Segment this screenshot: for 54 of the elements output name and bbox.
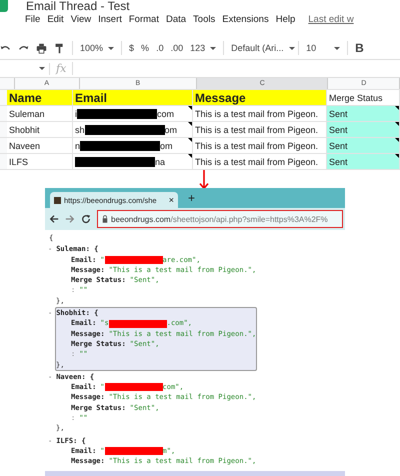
menu-item[interactable]: Data	[166, 14, 186, 25]
url-text: beeondrugs.com/sheettojson/api.php?smile=https%3A%2F%	[111, 214, 328, 224]
menu-item[interactable]: Extensions	[222, 14, 269, 25]
number-format-select[interactable]: 123	[190, 43, 216, 53]
font-select[interactable]: Default (Ari...	[231, 43, 292, 53]
increase-decimals-button[interactable]: .00	[170, 43, 184, 53]
table-cell: Sent	[327, 138, 400, 153]
table-cell: ILFS	[7, 154, 73, 169]
menu-item[interactable]: Edit	[47, 14, 64, 25]
table-cell: Sent	[327, 106, 400, 121]
font-size-select[interactable]: 10	[306, 43, 340, 53]
document-title[interactable]: Email Thread - Test	[26, 0, 130, 12]
last-edit-link[interactable]: Last edit w	[308, 14, 354, 25]
table-cell: Message	[193, 90, 327, 105]
table-cell: Name	[7, 90, 73, 105]
bold-button[interactable]: B	[355, 41, 364, 55]
close-tab-button[interactable]: ×	[168, 195, 174, 205]
paint-format-icon[interactable]	[54, 42, 65, 54]
address-bar[interactable]: beeondrugs.com/sheettojson/api.php?smile=https%3A%2F%	[97, 210, 343, 228]
decrease-decimals-button[interactable]: .0	[156, 43, 164, 53]
reload-icon[interactable]	[81, 214, 91, 224]
favicon-icon	[54, 196, 61, 204]
table-cell: This is a test mail from Pigeon.	[193, 138, 327, 153]
print-icon[interactable]	[36, 42, 47, 54]
table-cell: Merge Status	[327, 90, 400, 105]
email-fragment: com	[157, 108, 174, 118]
email-fragment: n	[75, 140, 80, 150]
table-cell: Email	[73, 90, 193, 105]
table-cell: Shobhit	[7, 122, 73, 137]
table-cell: This is a test mail from Pigeon.	[193, 106, 327, 121]
lock-icon	[102, 215, 108, 223]
table-cell: Sent	[327, 154, 400, 169]
back-icon[interactable]	[49, 214, 59, 224]
new-tab-button[interactable]: +	[188, 192, 196, 204]
zoom-select[interactable]: 100%	[80, 43, 114, 53]
table-cell: Suleman	[7, 106, 73, 121]
fx-label: fx	[50, 62, 74, 75]
currency-button[interactable]: $	[129, 43, 134, 53]
table-cell: This is a test mail from Pigeon.	[193, 154, 327, 169]
table-cell: Sent	[327, 122, 400, 137]
menu-item[interactable]: File	[25, 14, 40, 25]
email-fragment: i	[75, 108, 77, 118]
table-cell: This is a test mail from Pigeon.	[193, 122, 327, 137]
menu-item[interactable]: Format	[128, 14, 159, 25]
forward-icon[interactable]	[65, 214, 75, 224]
menu-item[interactable]: Insert	[98, 14, 122, 25]
email-fragment: om	[160, 140, 173, 150]
email-fragment: na	[155, 156, 166, 166]
percent-button[interactable]: %	[141, 43, 150, 53]
table-cell: Naveen	[7, 138, 73, 153]
email-fragment: sh	[75, 124, 85, 134]
menu-item[interactable]: View	[70, 14, 92, 25]
menu-item[interactable]: Help	[276, 14, 296, 25]
menu-item[interactable]: Tools	[193, 14, 216, 25]
